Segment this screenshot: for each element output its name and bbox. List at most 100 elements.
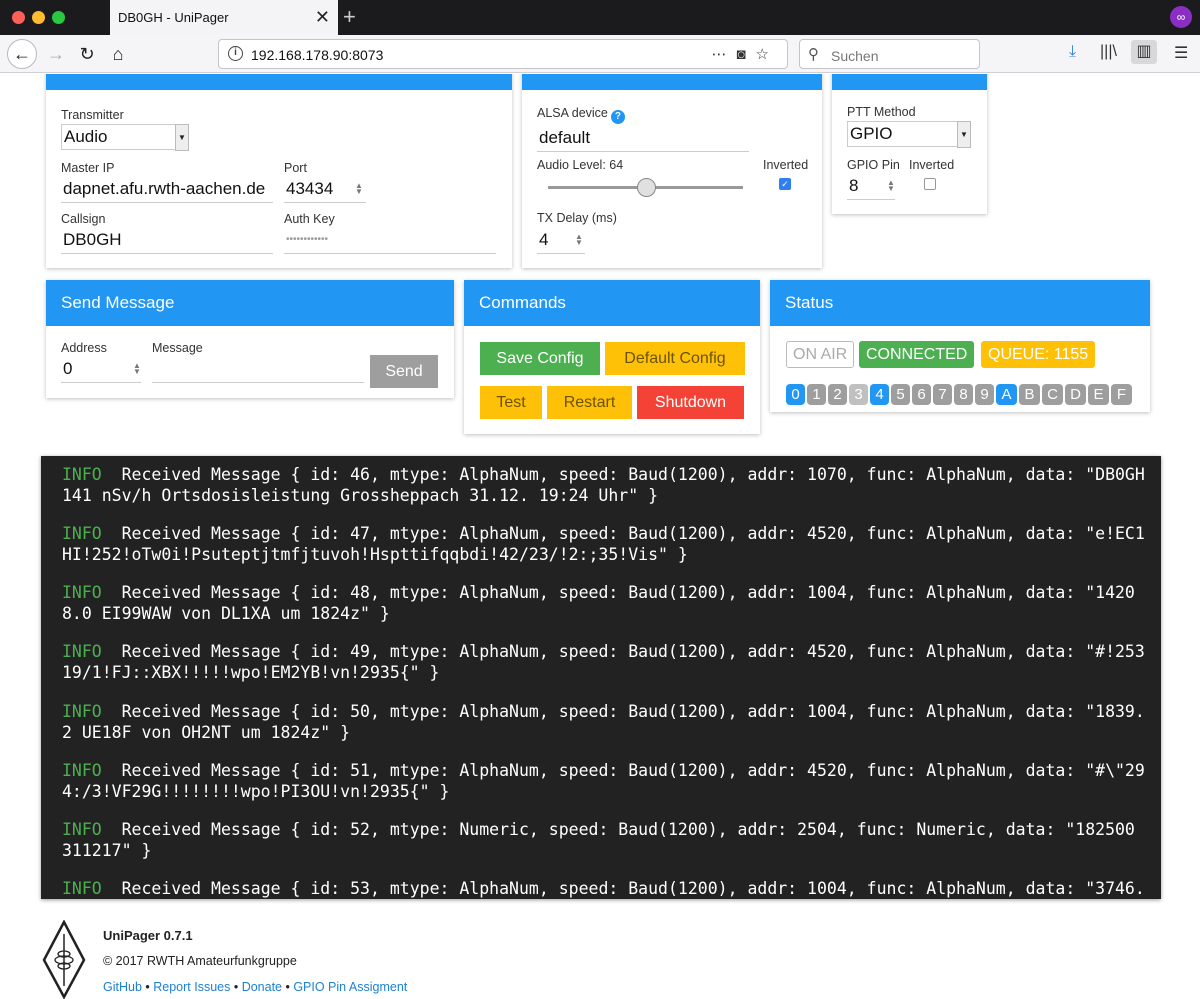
footer: UniPager 0.7.1 © 2017 RWTH Amateurfunkgr… xyxy=(0,914,1200,999)
message-input[interactable] xyxy=(152,357,364,383)
test-button[interactable]: Test xyxy=(480,386,542,419)
timeslot-5: 5 xyxy=(891,384,910,405)
ptt-card: PTT Method GPIO ▼ GPIO Pin 8 ▲ ▼ Inverted xyxy=(832,74,987,214)
tx-delay-label: TX Delay (ms) xyxy=(537,211,617,225)
footer-link-github[interactable]: GitHub xyxy=(103,980,142,994)
log-entry: INFO Received Message { id: 46, mtype: A… xyxy=(62,464,1152,506)
address-bar[interactable]: i 192.168.178.90:8073 ⋯◙☆ xyxy=(218,39,788,69)
bookmark-star-icon[interactable]: ☆ xyxy=(756,46,779,63)
status-title: Status xyxy=(770,280,1150,326)
reload-icon[interactable]: ↻ xyxy=(73,40,101,68)
log-level: INFO xyxy=(62,465,102,484)
message-label: Message xyxy=(152,341,203,355)
audio-inverted-label: Inverted xyxy=(763,158,809,172)
search-box[interactable]: ⚲ Suchen xyxy=(799,39,980,69)
log-text: Received Message { id: 53, mtype: AlphaN… xyxy=(121,879,1145,898)
audio-card-header xyxy=(522,74,822,90)
transmitter-select[interactable]: Audio xyxy=(61,124,176,150)
download-icon[interactable]: ⤓ xyxy=(1069,43,1076,61)
audio-level-slider-thumb[interactable] xyxy=(637,178,656,197)
shutdown-button[interactable]: Shutdown xyxy=(637,386,744,419)
maximize-window-button[interactable] xyxy=(52,11,65,24)
chevron-down-icon[interactable]: ▼ xyxy=(175,124,189,151)
commands-title: Commands xyxy=(464,280,760,326)
log-console[interactable]: INFO Received Message { id: 46, mtype: A… xyxy=(41,456,1161,899)
new-tab-icon[interactable]: + xyxy=(343,4,356,30)
tab-title: DB0GH - UniPager xyxy=(118,10,229,25)
port-label: Port xyxy=(284,161,307,175)
library-icon[interactable]: |||\ xyxy=(1100,43,1117,61)
private-browsing-icon: ∞ xyxy=(1170,6,1192,28)
timeslot-3: 3 xyxy=(849,384,868,405)
tx-delay-stepper[interactable]: ▲ ▼ xyxy=(575,233,583,247)
close-window-button[interactable] xyxy=(12,11,25,24)
default-config-button[interactable]: Default Config xyxy=(605,342,745,375)
log-level: INFO xyxy=(62,820,102,839)
home-icon[interactable]: ⌂ xyxy=(104,40,132,68)
site-info-icon[interactable]: i xyxy=(228,46,243,61)
log-level: INFO xyxy=(62,702,102,721)
browser-titlebar: DB0GH - UniPager ✕ + ∞ xyxy=(0,0,1200,35)
ptt-method-select[interactable]: GPIO xyxy=(847,121,958,147)
forward-arrow-icon[interactable]: → xyxy=(42,40,70,68)
log-level: INFO xyxy=(62,879,102,898)
timeslot-8: 8 xyxy=(954,384,973,405)
ptt-inverted-checkbox[interactable] xyxy=(924,178,936,190)
log-level: INFO xyxy=(62,583,102,602)
browser-tab[interactable]: DB0GH - UniPager ✕ xyxy=(110,0,338,35)
restart-button[interactable]: Restart xyxy=(547,386,632,419)
address-input[interactable]: 0 xyxy=(61,357,141,383)
search-input[interactable]: Suchen xyxy=(831,48,878,64)
audio-inverted-checkbox[interactable]: ✓ xyxy=(779,178,791,190)
audio-level-slider[interactable] xyxy=(548,178,743,197)
footer-link-donate[interactable]: Donate xyxy=(242,980,282,994)
url-text[interactable]: 192.168.178.90:8073 xyxy=(251,47,383,63)
address-stepper[interactable]: ▲ ▼ xyxy=(133,362,141,376)
page-actions-icon[interactable]: ⋯ xyxy=(711,46,736,63)
menu-icon[interactable]: ☰ xyxy=(1174,43,1188,63)
auth-key-input[interactable]: •••••••••••• xyxy=(284,228,496,254)
port-stepper[interactable]: ▲ ▼ xyxy=(355,182,363,196)
log-entry: INFO Received Message { id: 51, mtype: A… xyxy=(62,760,1152,802)
commands-card: Commands Save Config Default Config Test… xyxy=(464,280,760,434)
send-button[interactable]: Send xyxy=(370,355,438,388)
master-ip-input[interactable]: dapnet.afu.rwth-aachen.de xyxy=(61,177,273,203)
browser-navbar: ← → ↻ ⌂ i 192.168.178.90:8073 ⋯◙☆ ⚲ Such… xyxy=(0,35,1200,73)
timeslot-9: 9 xyxy=(975,384,994,405)
send-message-title: Send Message xyxy=(46,280,454,326)
help-icon[interactable]: ? xyxy=(610,110,625,124)
log-entry: INFO Received Message { id: 49, mtype: A… xyxy=(62,641,1152,683)
alsa-device-input[interactable]: default xyxy=(537,126,749,152)
ptt-inverted-label: Inverted xyxy=(909,158,955,172)
transmitter-card: Transmitter Audio ▼ Master IP dapnet.afu… xyxy=(46,74,512,268)
chevron-down-icon[interactable]: ▼ xyxy=(957,121,971,148)
callsign-label: Callsign xyxy=(61,212,106,226)
ptt-card-header xyxy=(832,74,987,90)
queue-badge: QUEUE: 1155 xyxy=(981,341,1096,368)
timeslot-4: 4 xyxy=(870,384,889,405)
footer-copyright: © 2017 RWTH Amateurfunkgruppe xyxy=(103,954,297,968)
timeslot-0: 0 xyxy=(786,384,805,405)
log-level: INFO xyxy=(62,524,102,543)
back-arrow-icon[interactable]: ← xyxy=(7,39,37,69)
timeslot-6: 6 xyxy=(912,384,931,405)
tab-close-icon[interactable]: ✕ xyxy=(315,7,330,27)
log-entry: INFO Received Message { id: 47, mtype: A… xyxy=(62,523,1152,565)
callsign-input[interactable]: DB0GH xyxy=(61,228,273,254)
minimize-window-button[interactable] xyxy=(32,11,45,24)
auth-key-label: Auth Key xyxy=(284,212,335,226)
sidebar-icon[interactable]: ▥ xyxy=(1131,40,1157,64)
footer-link-gpio-pin-assigment[interactable]: GPIO Pin Assigment xyxy=(293,980,407,994)
save-config-button[interactable]: Save Config xyxy=(480,342,600,375)
log-entry: INFO Received Message { id: 53, mtype: A… xyxy=(62,878,1152,899)
alsa-device-label: ALSA device? xyxy=(537,106,625,124)
gpio-pin-label: GPIO Pin xyxy=(847,158,900,172)
port-input[interactable]: 43434 xyxy=(284,177,366,203)
footer-link-separator: • xyxy=(141,980,154,994)
url-actions: ⋯◙☆ xyxy=(711,45,779,63)
pocket-icon[interactable]: ◙ xyxy=(736,46,755,63)
timeslot-C: C xyxy=(1042,384,1063,405)
footer-link-report-issues[interactable]: Report Issues xyxy=(153,980,230,994)
timeslot-B: B xyxy=(1019,384,1040,405)
gpio-pin-stepper[interactable]: ▲ ▼ xyxy=(887,179,895,193)
